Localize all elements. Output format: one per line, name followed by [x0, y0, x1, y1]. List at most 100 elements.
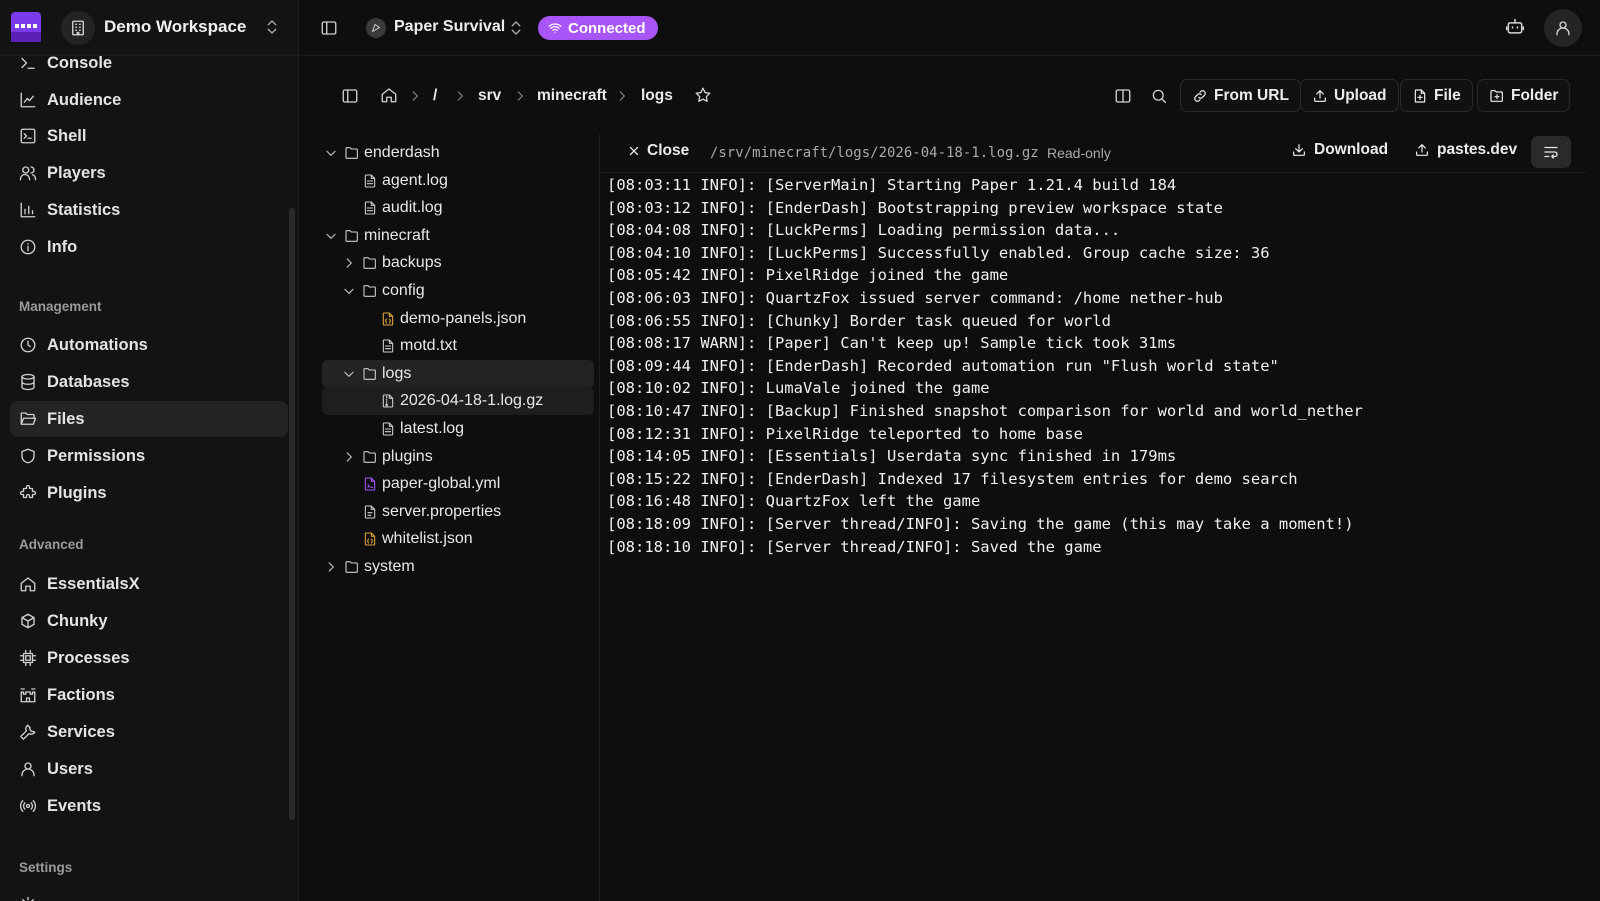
- sidebar-item-processes[interactable]: Processes: [10, 640, 288, 676]
- chevron-right-icon[interactable]: [342, 450, 356, 464]
- sidebar-item-statistics[interactable]: Statistics: [10, 192, 288, 228]
- search-icon[interactable]: [1150, 87, 1168, 105]
- close-viewer-button[interactable]: Close: [627, 142, 689, 160]
- file-code-icon: [362, 476, 378, 492]
- tree-file[interactable]: whitelist.json: [322, 525, 594, 553]
- sidebar-item-events[interactable]: Events: [10, 788, 288, 824]
- tree-file[interactable]: audit.log: [322, 194, 594, 222]
- breadcrumb-srv[interactable]: srv: [478, 87, 501, 105]
- breadcrumb-minecraft[interactable]: minecraft: [537, 87, 607, 105]
- panel-toggle-icon[interactable]: [341, 87, 359, 105]
- user-avatar[interactable]: [1544, 9, 1582, 47]
- tree-item-label: demo-panels.json: [400, 309, 527, 327]
- new-file-button[interactable]: File: [1400, 79, 1473, 112]
- file-archive-icon: [380, 393, 396, 409]
- split-view-icon[interactable]: [1114, 87, 1132, 105]
- sidebar-toggle-icon[interactable]: [320, 19, 338, 37]
- file-json-icon: [362, 531, 378, 547]
- sidebar-item-shell[interactable]: Shell: [10, 118, 288, 154]
- broadcast-icon: [19, 800, 37, 812]
- shell-icon: [20, 128, 36, 144]
- tree-item-label: paper-global.yml: [382, 475, 501, 493]
- sidebar-item-label: Statistics: [47, 200, 121, 219]
- new-folder-button[interactable]: Folder: [1477, 79, 1571, 112]
- sidebar-item-players[interactable]: Players: [10, 155, 288, 191]
- file-text-icon: [362, 200, 378, 216]
- breadcrumb-logs[interactable]: logs: [641, 87, 673, 105]
- tree-file[interactable]: demo-panels.json: [322, 305, 594, 333]
- folder-open-icon: [20, 412, 37, 425]
- chevrons-up-down-icon[interactable]: [263, 18, 281, 36]
- bot-icon[interactable]: [1505, 17, 1525, 37]
- server-name[interactable]: Paper Survival: [394, 18, 505, 36]
- cpu-icon: [19, 649, 37, 667]
- sidebar-item-audience[interactable]: Audience: [10, 82, 288, 118]
- sidebar-item-databases[interactable]: Databases: [10, 364, 288, 400]
- tree-folder[interactable]: enderdash: [322, 139, 594, 167]
- building-icon[interactable]: [61, 11, 95, 45]
- button-label: Upload: [1334, 86, 1387, 104]
- sidebar-item-factions[interactable]: Factions: [10, 677, 288, 713]
- tree-file[interactable]: motd.txt: [322, 332, 594, 360]
- log-line: [08:09:44 INFO]: [EnderDash] Recorded au…: [607, 356, 1279, 375]
- sidebar-scrollbar[interactable]: [289, 208, 295, 820]
- breadcrumb-root[interactable]: /: [433, 87, 437, 105]
- tree-folder[interactable]: plugins: [322, 443, 594, 471]
- users-icon: [19, 166, 37, 181]
- sidebar-item-label: EssentialsX: [47, 574, 140, 593]
- button-label: pastes.dev: [1437, 141, 1518, 158]
- chevron-down-icon[interactable]: [324, 229, 338, 243]
- tree-file[interactable]: 2026-04-18-1.log.gz: [322, 387, 594, 416]
- sidebar-item-plugins[interactable]: Plugins: [10, 475, 288, 511]
- download-icon: [1293, 144, 1305, 156]
- tree-file[interactable]: latest.log: [322, 415, 594, 443]
- sidebar-item-services[interactable]: Services: [10, 714, 288, 750]
- log-line: [08:10:02 INFO]: LumaVale joined the gam…: [607, 379, 990, 398]
- chevron-down-icon[interactable]: [342, 367, 356, 381]
- top-bar: Paper Survival Connected: [300, 0, 1600, 56]
- chevron-down-icon[interactable]: [342, 284, 356, 298]
- app-logo[interactable]: [11, 12, 41, 42]
- sidebar-item-settings-partial[interactable]: [10, 887, 288, 901]
- tree-folder[interactable]: minecraft: [322, 222, 594, 250]
- tree-file[interactable]: agent.log: [322, 167, 594, 195]
- chevron-down-icon[interactable]: [324, 146, 338, 160]
- tree-folder[interactable]: backups: [322, 249, 594, 277]
- home-icon[interactable]: [380, 86, 398, 104]
- workspace-name[interactable]: Demo Workspace: [104, 17, 246, 37]
- tree-item-label: audit.log: [382, 199, 443, 217]
- connection-status-badge: Connected: [538, 16, 658, 40]
- sidebar-item-users[interactable]: Users: [10, 751, 288, 787]
- section-header-settings: Settings: [19, 860, 73, 875]
- star-icon[interactable]: [694, 86, 712, 104]
- word-wrap-toggle[interactable]: [1531, 136, 1571, 168]
- log-content[interactable]: [08:03:11 INFO]: [ServerMain] Starting P…: [607, 174, 1577, 558]
- folder-icon: [362, 449, 378, 465]
- chevron-right-icon[interactable]: [324, 560, 338, 574]
- chevrons-up-down-icon[interactable]: [507, 19, 525, 37]
- tree-file[interactable]: paper-global.yml: [322, 470, 594, 498]
- tree-item-label: agent.log: [382, 171, 448, 189]
- wifi-icon: [548, 23, 562, 34]
- upload-button[interactable]: Upload: [1300, 79, 1399, 112]
- chevron-right-icon[interactable]: [342, 256, 356, 270]
- folder-icon: [344, 228, 360, 244]
- sidebar-item-automations[interactable]: Automations: [10, 327, 288, 363]
- share-pastes-button[interactable]: pastes.dev: [1414, 141, 1517, 159]
- download-button[interactable]: Download: [1291, 141, 1388, 159]
- tree-folder[interactable]: logs: [322, 359, 594, 388]
- tree-folder[interactable]: system: [322, 553, 594, 581]
- sidebar-item-chunky[interactable]: Chunky: [10, 603, 288, 639]
- log-line: [08:10:47 INFO]: [Backup] Finished snaps…: [607, 401, 1363, 420]
- tree-item-label: backups: [382, 254, 442, 272]
- bar-chart-icon: [20, 202, 36, 218]
- tree-folder[interactable]: config: [322, 277, 594, 305]
- sidebar-item-files[interactable]: Files: [10, 401, 288, 437]
- cube-icon: [21, 613, 35, 629]
- sidebar-item-info[interactable]: Info: [10, 229, 288, 265]
- tree-file[interactable]: server.properties: [322, 498, 594, 526]
- from-url-button[interactable]: From URL: [1180, 79, 1301, 112]
- file-text-icon: [380, 338, 396, 354]
- sidebar-item-essentialsx[interactable]: EssentialsX: [10, 566, 288, 602]
- sidebar-item-permissions[interactable]: Permissions: [10, 438, 288, 474]
